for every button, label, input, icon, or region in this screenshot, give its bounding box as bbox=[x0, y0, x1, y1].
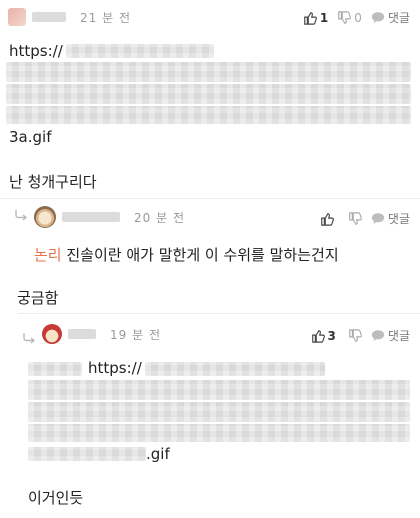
link-prefix[interactable]: https:// bbox=[88, 359, 142, 377]
like-button[interactable]: 3 bbox=[311, 329, 336, 343]
avatar[interactable] bbox=[8, 8, 26, 26]
speech-bubble-icon bbox=[371, 213, 385, 224]
dislike-button[interactable]: 0 bbox=[337, 11, 362, 25]
link-blurred[interactable] bbox=[28, 380, 410, 400]
link-prefix[interactable]: https:// bbox=[9, 42, 63, 60]
link-blurred[interactable] bbox=[28, 362, 82, 376]
comment-meta: 21 분 전 bbox=[8, 8, 131, 26]
avatar[interactable] bbox=[34, 206, 56, 228]
link-blurred[interactable] bbox=[28, 424, 410, 442]
divider bbox=[0, 198, 420, 199]
dislike-count: 0 bbox=[354, 10, 362, 25]
thumbs-up-icon bbox=[304, 11, 317, 25]
username-blurred[interactable] bbox=[68, 329, 96, 339]
comment-actions: 1 0 댓글 bbox=[294, 9, 410, 26]
comment-body-2: 궁금함 bbox=[17, 289, 59, 307]
comment-meta: 19 분 전 bbox=[42, 324, 161, 344]
thumbs-down-icon bbox=[338, 10, 352, 24]
thumbs-up-icon bbox=[311, 329, 325, 343]
reply-arrow-icon bbox=[15, 210, 28, 221]
avatar[interactable] bbox=[42, 324, 62, 344]
thumbs-up-icon bbox=[321, 212, 334, 226]
link-blurred[interactable] bbox=[6, 62, 411, 82]
link-blurred[interactable] bbox=[6, 106, 411, 124]
timestamp: 20 분 전 bbox=[134, 210, 185, 225]
reply-label: 댓글 bbox=[387, 329, 410, 343]
like-count: 3 bbox=[327, 328, 336, 343]
comment-actions: 3 댓글 bbox=[302, 327, 410, 344]
reply-button[interactable]: 댓글 bbox=[371, 9, 410, 26]
reply-label: 댓글 bbox=[387, 11, 410, 25]
comment-body: 이거인듯 bbox=[28, 489, 84, 507]
dislike-button[interactable] bbox=[348, 328, 362, 343]
timestamp: 19 분 전 bbox=[110, 327, 161, 342]
mention-tag[interactable]: 논리 bbox=[34, 246, 62, 264]
thumbs-down-icon bbox=[349, 328, 362, 342]
link-blurred[interactable] bbox=[6, 84, 411, 104]
divider bbox=[18, 313, 420, 314]
dislike-button[interactable] bbox=[348, 211, 362, 226]
reply-arrow-icon bbox=[23, 333, 36, 344]
comment-actions: 댓글 bbox=[311, 210, 410, 227]
like-button[interactable]: 1 bbox=[303, 11, 328, 25]
username-blurred[interactable] bbox=[62, 212, 120, 222]
username-blurred[interactable] bbox=[32, 12, 66, 22]
link-suffix[interactable]: .gif bbox=[146, 445, 170, 463]
reply-button[interactable]: 댓글 bbox=[371, 210, 410, 227]
reply-button[interactable]: 댓글 bbox=[371, 327, 410, 344]
thumbs-down-icon bbox=[349, 211, 362, 225]
link-blurred[interactable] bbox=[145, 362, 325, 376]
reply-label: 댓글 bbox=[387, 212, 410, 226]
comment-meta: 20 분 전 bbox=[34, 206, 185, 228]
link-suffix[interactable]: 3a.gif bbox=[9, 128, 51, 146]
speech-bubble-icon bbox=[371, 330, 385, 341]
like-count: 1 bbox=[319, 10, 329, 25]
link-blurred[interactable] bbox=[28, 447, 146, 461]
link-blurred[interactable] bbox=[28, 402, 410, 422]
link-blurred[interactable] bbox=[66, 44, 214, 58]
comment-body-line: 논리 진솔이란 애가 말한게 이 수위를 말하는건지 bbox=[34, 244, 339, 265]
speech-bubble-icon bbox=[371, 12, 385, 23]
timestamp: 21 분 전 bbox=[80, 10, 131, 25]
comment-body: 진솔이란 애가 말한게 이 수위를 말하는건지 bbox=[61, 246, 339, 264]
like-button[interactable] bbox=[320, 212, 334, 226]
comment-body: 난 청개구리다 bbox=[9, 173, 97, 191]
